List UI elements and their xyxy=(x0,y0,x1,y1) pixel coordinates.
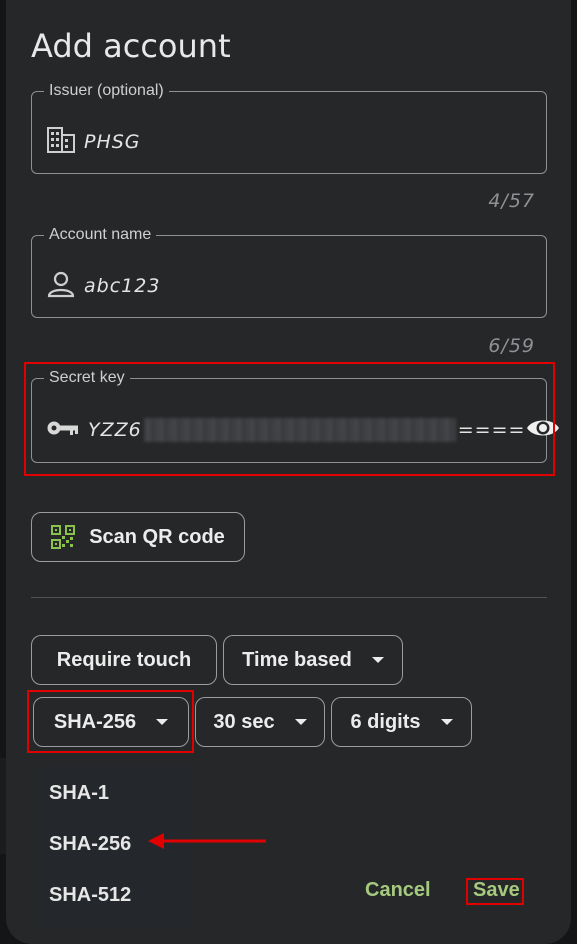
chevron-down-icon xyxy=(371,657,384,663)
account-name-field[interactable]: Account name abc123 xyxy=(31,226,547,318)
digits-dropdown[interactable]: 6 digits xyxy=(331,697,472,747)
require-touch-label: Require touch xyxy=(56,648,192,671)
building-icon xyxy=(46,126,76,158)
arrow-left-icon xyxy=(148,833,266,849)
period-value: 30 sec xyxy=(213,710,275,733)
chevron-down-icon xyxy=(294,719,307,725)
require-touch-toggle[interactable]: Require touch xyxy=(31,635,217,685)
otp-type-value: Time based xyxy=(242,648,352,671)
save-highlight xyxy=(466,878,524,905)
issuer-field[interactable]: Issuer (optional) PHSG xyxy=(31,82,547,174)
chevron-down-icon xyxy=(440,719,453,725)
cancel-button[interactable]: Cancel xyxy=(365,879,431,902)
qr-code-icon xyxy=(51,525,76,549)
menu-item-sha512[interactable]: SHA-512 xyxy=(49,884,131,907)
scan-qr-code-button[interactable]: Scan QR code xyxy=(31,512,245,562)
dialog-title: Add account xyxy=(31,27,231,65)
secret-key-highlight xyxy=(24,362,555,476)
account-name-input[interactable]: abc123 xyxy=(84,275,160,297)
otp-type-dropdown[interactable]: Time based xyxy=(223,635,403,685)
period-dropdown[interactable]: 30 sec xyxy=(195,697,325,747)
issuer-label: Issuer (optional) xyxy=(49,82,164,99)
menu-item-sha1[interactable]: SHA-1 xyxy=(49,782,109,805)
menu-item-sha256[interactable]: SHA-256 xyxy=(49,833,131,856)
person-icon xyxy=(46,270,76,302)
divider xyxy=(31,597,547,598)
account-name-counter: 6/59 xyxy=(488,335,535,357)
algorithm-highlight xyxy=(27,690,194,753)
issuer-input[interactable]: PHSG xyxy=(84,131,141,153)
issuer-counter: 4/57 xyxy=(488,190,535,212)
account-name-label: Account name xyxy=(49,226,152,243)
digits-value: 6 digits xyxy=(350,710,421,733)
scan-qr-code-label: Scan QR code xyxy=(89,525,225,548)
